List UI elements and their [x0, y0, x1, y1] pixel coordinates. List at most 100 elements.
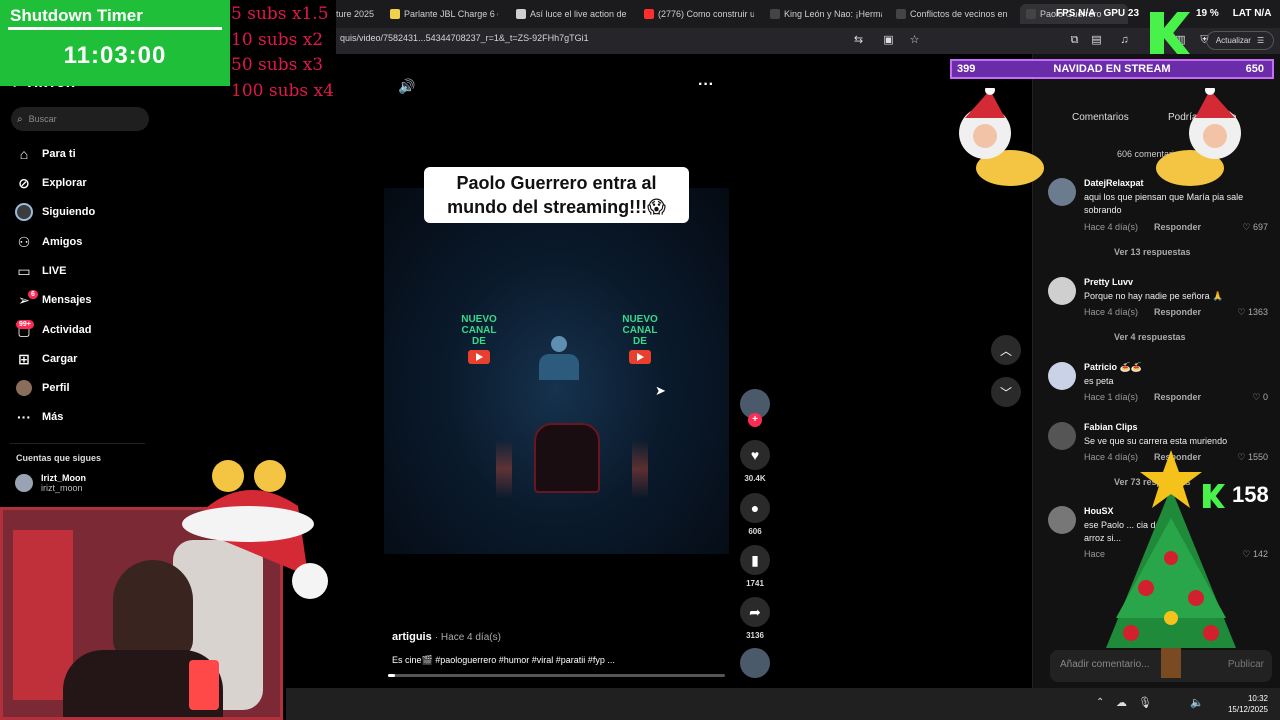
sidebar-item-for-you[interactable]: ⌂ Para ti — [15, 144, 76, 164]
translate-icon[interactable]: ⇆ — [852, 34, 865, 47]
caption-line: mundo del streaming!!!😱 — [447, 197, 666, 217]
comment-author[interactable]: Patricio 🍝🍝 — [1084, 362, 1142, 373]
avatar[interactable] — [1048, 422, 1076, 450]
browser-tab[interactable]: Parlante JBL Charge 6 colo — [390, 4, 498, 24]
sidebar-item-label: Cargar — [42, 353, 78, 365]
follower-counter: 158 — [1232, 482, 1269, 507]
screenshot-icon[interactable]: ▣ — [882, 34, 895, 47]
hud-fps-value: N/A — [1078, 8, 1096, 19]
avatar[interactable] — [1048, 506, 1076, 534]
comment-text: Se ve que su carrera esta muriendo — [1084, 436, 1228, 446]
system-clock[interactable]: 10:32 15/12/2025 — [1228, 693, 1268, 715]
sidebar-item-following[interactable]: Siguiendo — [15, 202, 95, 222]
comment-author[interactable]: DatejRelaxpat — [1084, 178, 1144, 188]
url-text[interactable]: quis/video/7582431...54344708237_r=1&_t=… — [340, 33, 589, 43]
comment-author[interactable]: Pretty Luvv — [1084, 277, 1133, 287]
tiktok-favicon-icon — [770, 9, 780, 19]
video-description: Es cine🎬 #paologuerrero #humor #viral #p… — [392, 655, 615, 665]
reply-button[interactable]: Responder — [1154, 307, 1201, 317]
sidebar-item-more[interactable]: ··· Más — [15, 407, 63, 427]
reader-icon[interactable]: ▤ — [1090, 34, 1103, 47]
tab-label: Parlante JBL Charge 6 colo — [404, 9, 498, 19]
browser-tab[interactable]: (2776) Como construir un — [644, 4, 754, 24]
compass-icon: ⊘ — [18, 174, 30, 191]
youtube-favicon-icon — [644, 9, 654, 19]
sidebar-item-label: Mensajes — [42, 294, 92, 306]
video-player[interactable]: NUEVO CANAL DE NUEVO CANAL DE — [384, 188, 729, 554]
search-icon: ⌕ — [17, 113, 23, 125]
next-video-button[interactable]: ﹀ — [991, 377, 1021, 407]
update-button[interactable]: Actualizar ☰ — [1206, 31, 1274, 50]
comment-like-count: 1363 — [1247, 307, 1268, 317]
santa-hat-icon — [182, 460, 328, 599]
browser-tab[interactable]: Así luce el live action de 'A — [516, 4, 626, 24]
extensions-icon[interactable]: ⧉ — [1068, 34, 1081, 47]
sidebar-item-label: LIVE — [42, 265, 67, 277]
save-button[interactable]: ▮ 1741 — [740, 545, 770, 588]
more-options-icon[interactable]: ··· — [698, 76, 714, 94]
comment-button[interactable]: ● 606 — [740, 493, 770, 536]
volume-icon[interactable]: 🔊 — [398, 78, 415, 95]
avatar[interactable] — [1048, 178, 1076, 206]
video-progress-bar[interactable] — [388, 674, 725, 677]
share-button[interactable]: ➦ 3136 — [740, 597, 770, 640]
tiktok-favicon-icon — [896, 9, 906, 19]
search-input[interactable]: ⌕ Buscar — [11, 107, 149, 131]
drink-cup — [189, 660, 219, 710]
video-author[interactable]: artiguis · Hace 4 día(s) — [392, 631, 501, 643]
subs-multiplier: 100 subs x4 — [231, 81, 334, 101]
browser-tab[interactable]: ture 2025 — [336, 4, 384, 24]
sidebar-item-live[interactable]: ▭ LIVE — [15, 261, 66, 281]
sidebar-item-friends[interactable]: ⚇ Amigos — [15, 232, 83, 252]
comment-time: Hace 4 día(s) — [1084, 307, 1139, 317]
music-icon[interactable]: ♫ — [1118, 34, 1131, 47]
subs-multiplier: 50 subs x3 — [231, 55, 324, 75]
speaker-icon[interactable]: 🔈 — [1190, 696, 1204, 709]
follow-plus-icon[interactable]: + — [748, 413, 762, 427]
like-button[interactable]: ♥ 30.4K — [740, 440, 770, 483]
browser-tab-bar: ture 2025 Parlante JBL Charge 6 colo Así… — [336, 0, 1280, 28]
search-placeholder: Buscar — [28, 114, 57, 124]
comment-icon: ● — [740, 493, 770, 523]
goal-target: 650 — [1245, 63, 1264, 75]
author-name[interactable]: artiguis — [392, 631, 432, 643]
reply-button[interactable]: Responder — [1154, 392, 1201, 402]
christmas-tree-icon — [1106, 450, 1236, 678]
comment-author[interactable]: Fabian Clips — [1084, 422, 1138, 432]
sidebar-item-messages[interactable]: ➢ Mensajes — [15, 290, 92, 310]
creator-avatar-button[interactable]: + — [740, 389, 770, 427]
comment-like-button[interactable]: ♡ 1363 — [1237, 307, 1268, 318]
view-replies-button[interactable]: Ver 13 respuestas — [1114, 247, 1191, 257]
friends-icon: ⚇ — [17, 233, 31, 250]
microphone-icon[interactable]: 🎙 — [1138, 696, 1152, 709]
comment-like-count: 697 — [1252, 222, 1268, 232]
avatar[interactable] — [1048, 277, 1076, 305]
avatar[interactable] — [1048, 362, 1076, 390]
browser-tab[interactable]: King León y Nao: ¡Herman — [770, 4, 882, 24]
santa-duck-icon — [959, 88, 1044, 186]
sound-avatar-button[interactable] — [740, 648, 770, 678]
comment-like-button[interactable]: ♡ 697 — [1242, 222, 1268, 233]
comment-item: Patricio 🍝🍝 es peta Hace 1 día(s) Respon… — [1048, 362, 1268, 406]
previous-video-button[interactable]: ︿ — [991, 335, 1021, 365]
tab-favicon-icon — [516, 9, 526, 19]
view-replies-button[interactable]: Ver 4 respuestas — [1114, 332, 1186, 342]
sidebar-item-profile[interactable]: Perfil — [15, 378, 70, 398]
sidebar-item-upload[interactable]: ⊞ Cargar — [15, 349, 77, 369]
like-count: 30.4K — [744, 474, 766, 483]
save-count: 1741 — [746, 579, 764, 588]
reply-button[interactable]: Responder — [1154, 222, 1201, 232]
sign-text: NUEVO CANAL DE — [622, 314, 658, 347]
bookmark-star-icon[interactable]: ☆ — [908, 34, 921, 47]
browser-address-bar: quis/video/7582431...54344708237_r=1&_t=… — [336, 28, 1280, 54]
browser-tab[interactable]: Conflictos de vecinos en — [896, 4, 1008, 24]
sidebar-divider — [10, 443, 145, 444]
timer-title: Shutdown Timer — [10, 6, 143, 25]
tab-comments[interactable]: Comentarios — [1072, 112, 1129, 123]
cloud-icon[interactable]: ☁ — [1116, 696, 1127, 709]
tab-label: Conflictos de vecinos en — [910, 9, 1008, 19]
sidebar-item-explore[interactable]: ⊘ Explorar — [15, 173, 87, 193]
following-account[interactable]: Irizt_Moon irizt_moon — [15, 473, 86, 493]
chevron-up-icon[interactable]: ⌃ — [1096, 697, 1104, 708]
comment-like-button[interactable]: ♡ 0 — [1252, 392, 1268, 403]
